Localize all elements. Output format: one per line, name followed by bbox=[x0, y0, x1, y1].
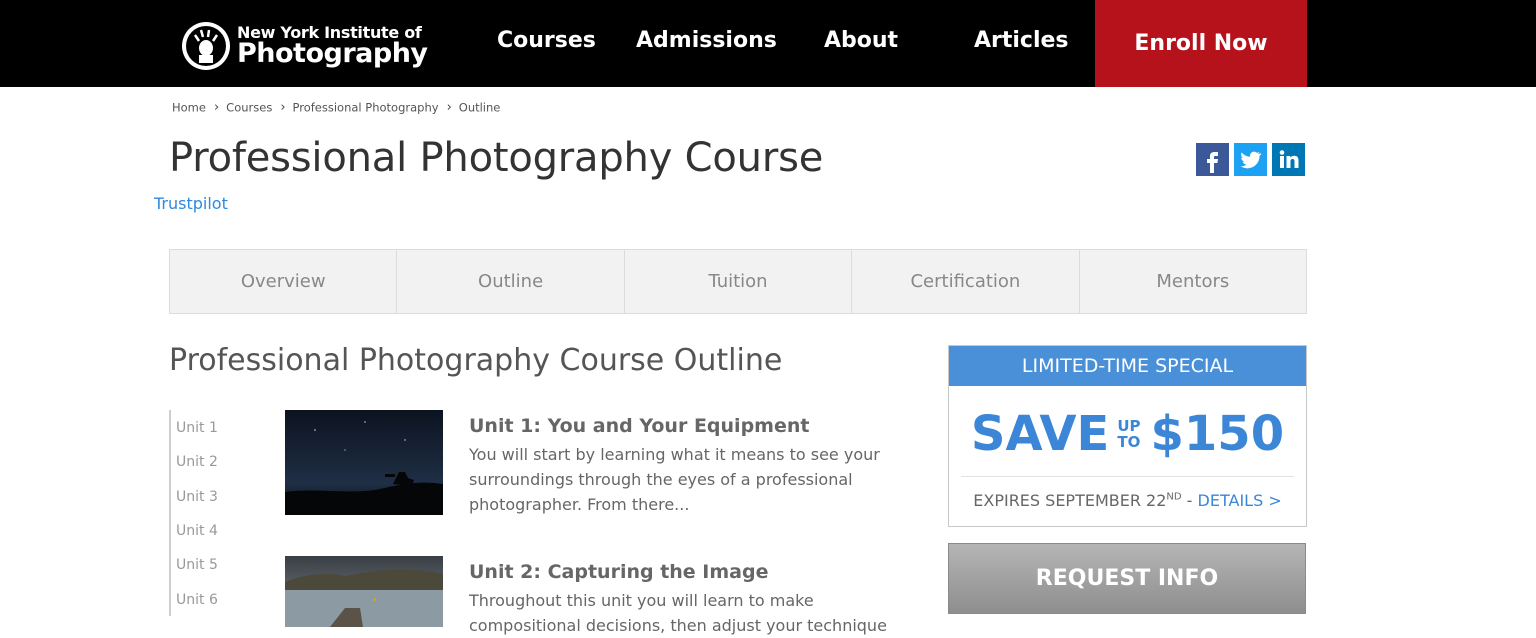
site-header: New York Institute of Photography Course… bbox=[0, 0, 1536, 87]
unit-nav-item[interactable]: Unit 5 bbox=[176, 557, 218, 573]
unit-2-description: Throughout this unit you will learn to m… bbox=[469, 591, 887, 635]
divider bbox=[961, 476, 1294, 477]
nav-articles[interactable]: Articles bbox=[974, 28, 1069, 53]
chevron-right-icon: › bbox=[213, 100, 220, 115]
chevron-right-icon: › bbox=[446, 100, 452, 115]
logo-text-line2: Photography bbox=[237, 38, 428, 69]
up-to-label: UP TO bbox=[1117, 417, 1141, 451]
tab-tuition[interactable]: Tuition bbox=[625, 250, 853, 313]
limited-time-special-box: LIMITED-TIME SPECIAL SAVE UP TO $150 EXPIRE… bbox=[948, 345, 1307, 527]
expires-text: EXPIRES SEPTEMBER 22ND - DETAILS > bbox=[973, 491, 1282, 510]
breadcrumb: Home › Courses › Professional Photography › Ou… bbox=[172, 100, 500, 115]
unit-1-title[interactable]: Unit 1: You and Your Equipment bbox=[469, 415, 809, 437]
breadcrumb-courses[interactable]: Courses bbox=[226, 101, 272, 115]
site-logo[interactable]: New York Institute of Photography bbox=[181, 19, 428, 71]
unit-2-thumbnail[interactable] bbox=[285, 556, 443, 627]
linkedin-icon[interactable] bbox=[1272, 143, 1305, 176]
twitter-icon[interactable] bbox=[1234, 143, 1267, 176]
chevron-right-icon: › bbox=[280, 100, 286, 115]
unit-nav-item[interactable]: Unit 3 bbox=[176, 489, 218, 505]
enroll-now-button[interactable]: Enroll Now bbox=[1095, 0, 1307, 87]
request-info-button[interactable]: REQUEST INFO bbox=[948, 543, 1306, 614]
special-header: LIMITED-TIME SPECIAL bbox=[949, 346, 1306, 386]
unit-1-description: You will start by learning what it means… bbox=[469, 445, 880, 514]
save-label: SAVE bbox=[970, 406, 1110, 462]
course-tabs: Overview Outline Tuition Certification M… bbox=[169, 249, 1307, 314]
unit-nav-item[interactable]: Unit 6 bbox=[176, 592, 218, 608]
tab-certification[interactable]: Certification bbox=[852, 250, 1080, 313]
breadcrumb-home[interactable]: Home bbox=[172, 101, 206, 115]
nav-about[interactable]: About bbox=[824, 28, 898, 53]
outline-heading: Professional Photography Course Outline bbox=[169, 343, 783, 378]
tab-outline[interactable]: Outline bbox=[397, 250, 625, 313]
trustpilot-link[interactable]: Trustpilot bbox=[154, 194, 228, 213]
tab-overview[interactable]: Overview bbox=[170, 250, 398, 313]
unit-nav-rule bbox=[169, 410, 171, 616]
save-amount: $150 bbox=[1150, 406, 1285, 462]
details-link[interactable]: DETAILS > bbox=[1198, 491, 1282, 510]
facebook-icon[interactable] bbox=[1196, 143, 1229, 176]
unit-1-thumbnail[interactable] bbox=[285, 410, 443, 515]
breadcrumb-professional-photography[interactable]: Professional Photography bbox=[293, 101, 439, 115]
page-title: Professional Photography Course bbox=[169, 135, 824, 181]
unit-nav-item[interactable]: Unit 2 bbox=[176, 454, 218, 470]
nav-courses[interactable]: Courses bbox=[497, 28, 596, 53]
breadcrumb-outline: Outline bbox=[458, 100, 501, 115]
save-offer: SAVE UP TO $150 bbox=[949, 406, 1306, 462]
unit-nav-item[interactable]: Unit 4 bbox=[176, 523, 218, 539]
nav-admissions[interactable]: Admissions bbox=[636, 28, 777, 53]
tab-mentors[interactable]: Mentors bbox=[1080, 250, 1306, 313]
unit-2-title[interactable]: Unit 2: Capturing the Image bbox=[469, 561, 768, 583]
unit-nav-item[interactable]: Unit 1 bbox=[176, 420, 218, 436]
statue-of-liberty-icon bbox=[182, 22, 230, 70]
